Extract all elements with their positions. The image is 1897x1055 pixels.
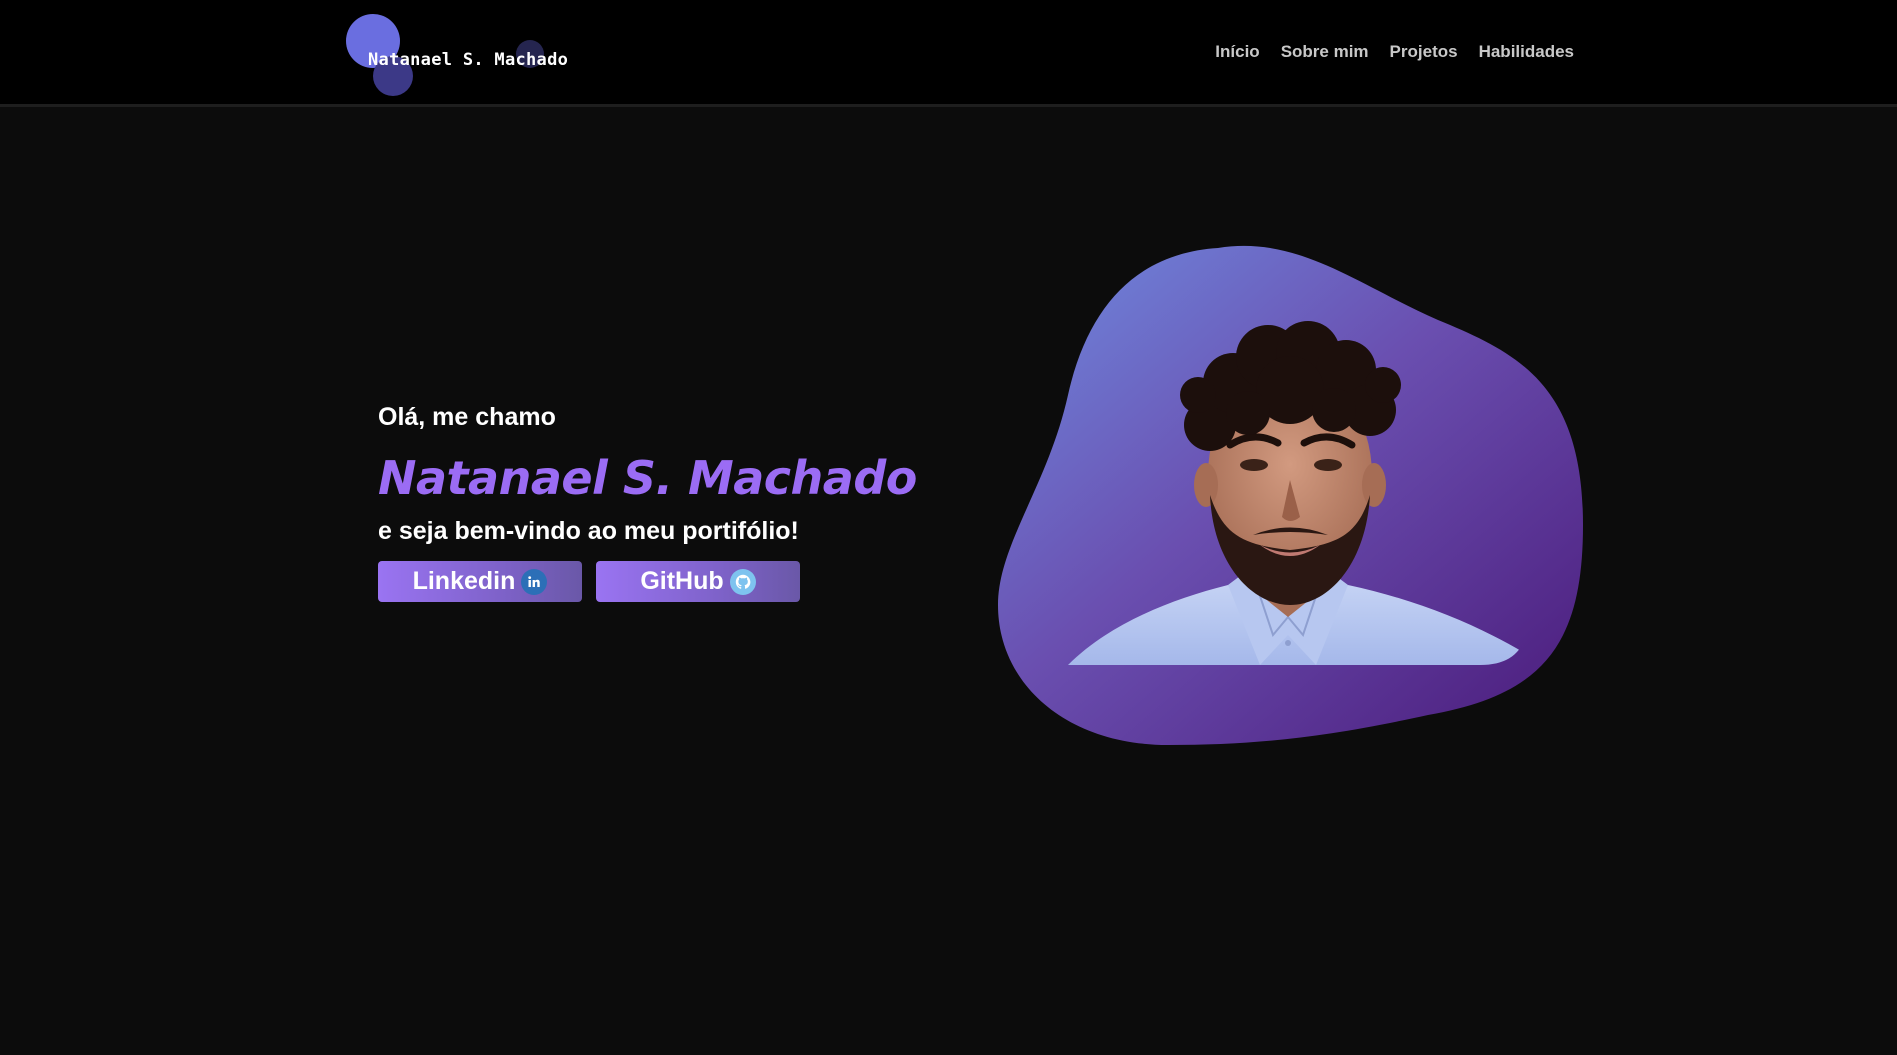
- nav-item-sobre-mim[interactable]: Sobre mim: [1281, 42, 1369, 62]
- site-logo[interactable]: Natanael S. Machado: [346, 12, 576, 96]
- logo-text: Natanael S. Machado: [368, 50, 569, 70]
- main-nav: Início Sobre mim Projetos Habilidades: [1215, 42, 1574, 62]
- profile-portrait: [998, 245, 1584, 835]
- linkedin-icon: [521, 568, 548, 595]
- hero-name: Natanael S. Machado: [378, 451, 917, 505]
- hero-greeting: Olá, me chamo: [378, 403, 556, 431]
- nav-item-habilidades[interactable]: Habilidades: [1479, 42, 1574, 62]
- hero-welcome: e seja bem-vindo ao meu portifólio!: [378, 517, 799, 545]
- linkedin-button[interactable]: Linkedin: [378, 561, 582, 602]
- site-header: Natanael S. Machado Início Sobre mim Pro…: [0, 0, 1897, 107]
- profile-photo: [998, 245, 1583, 745]
- nav-item-projetos[interactable]: Projetos: [1390, 42, 1458, 62]
- hero-section: Olá, me chamo Natanael S. Machado e seja…: [378, 403, 917, 602]
- github-button[interactable]: GitHub: [596, 561, 800, 602]
- nav-item-inicio[interactable]: Início: [1215, 42, 1259, 62]
- github-button-label: GitHub: [640, 567, 724, 595]
- social-buttons: Linkedin GitHub: [378, 561, 898, 602]
- github-icon: [729, 568, 756, 595]
- linkedin-button-label: Linkedin: [412, 567, 516, 595]
